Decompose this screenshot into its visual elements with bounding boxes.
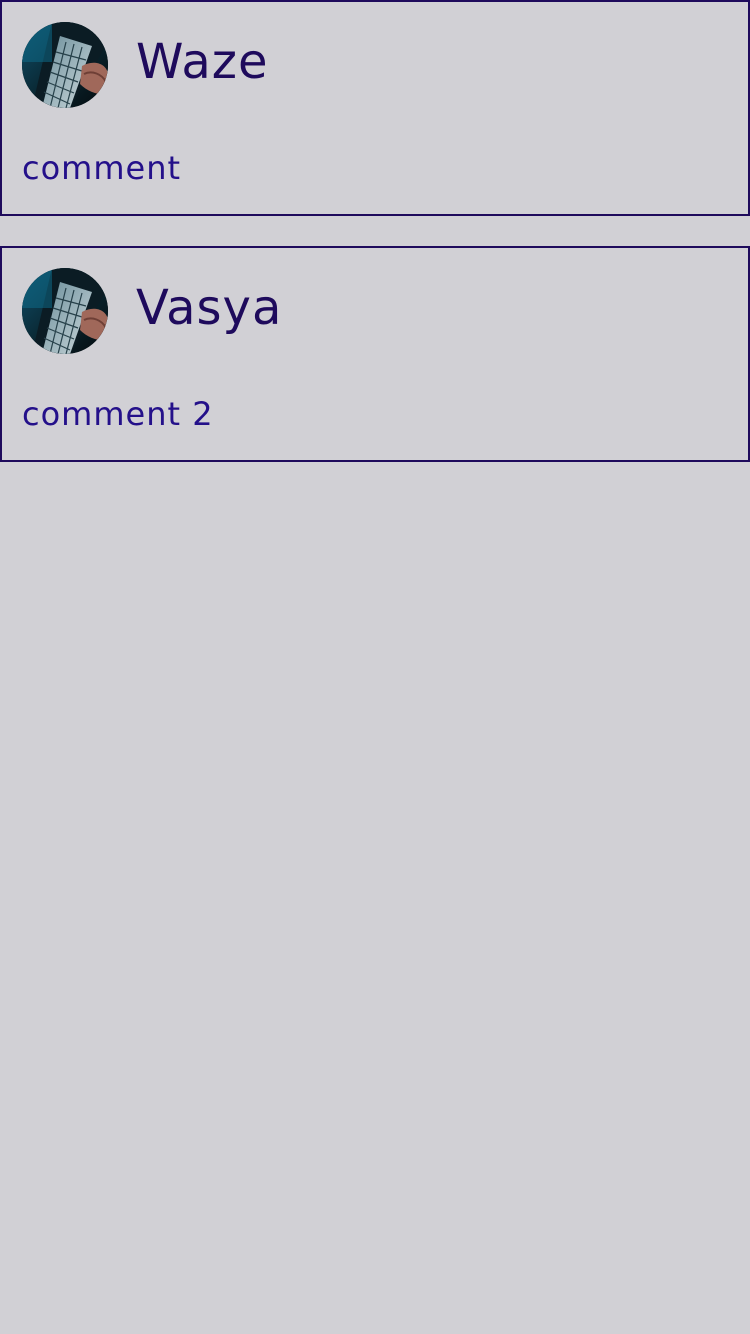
- avatar[interactable]: [22, 22, 108, 108]
- comment-list: Waze comment Vasya comment 2: [0, 0, 750, 492]
- laptop-keyboard-photo-icon: [22, 268, 108, 354]
- comment-text: comment: [22, 149, 182, 187]
- author-name: Vasya: [136, 280, 283, 336]
- comment-text: comment 2: [22, 395, 214, 433]
- author-name: Waze: [136, 34, 269, 90]
- laptop-keyboard-photo-icon: [22, 22, 108, 108]
- comment-card[interactable]: Vasya comment 2: [0, 246, 750, 462]
- comment-card[interactable]: Waze comment: [0, 0, 750, 216]
- avatar[interactable]: [22, 268, 108, 354]
